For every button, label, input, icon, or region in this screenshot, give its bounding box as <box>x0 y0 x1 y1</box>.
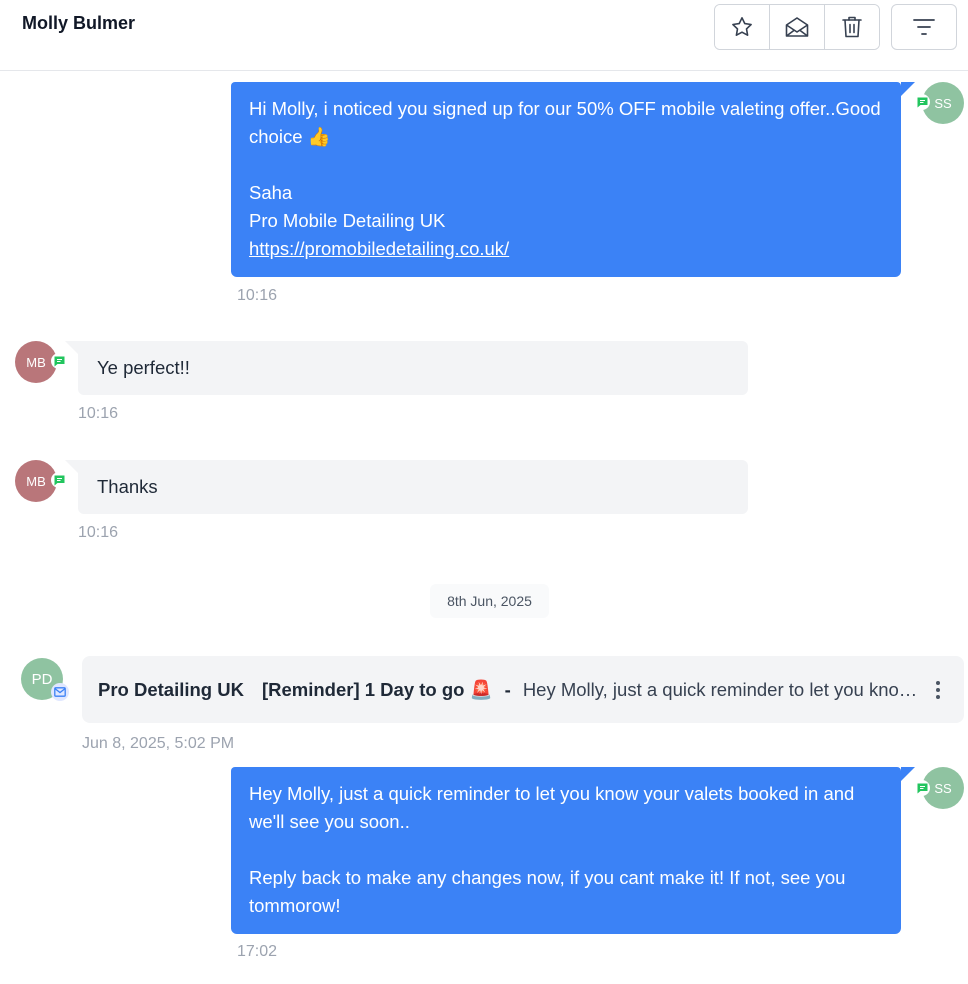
chat-icon <box>917 783 927 793</box>
email-separator: - <box>504 678 511 700</box>
avatar-initials: MB <box>26 354 46 370</box>
message-text: Thanks <box>97 476 158 497</box>
email-message[interactable]: Pro Detailing UK [Reminder] 1 Day to go … <box>82 656 964 723</box>
avatar-initials: MB <box>26 473 46 489</box>
header-action-group <box>714 4 880 50</box>
email-channel-badge <box>51 683 69 701</box>
date-divider: 8th Jun, 2025 <box>430 584 549 618</box>
email-preview: Hey Molly, just a quick reminder to let … <box>522 678 922 700</box>
incoming-message: Thanks <box>65 460 748 514</box>
message-time: 10:16 <box>237 287 278 304</box>
avatar-initials: SS <box>934 780 952 796</box>
contact-name: Molly Bulmer <box>22 13 136 33</box>
conversation-header: Molly Bulmer <box>0 0 968 71</box>
chat-icon <box>917 97 927 107</box>
message-text: Ye perfect!! <box>97 357 190 378</box>
delete-button[interactable] <box>825 5 879 49</box>
chat-icon <box>54 475 64 485</box>
email-subject: [Reminder] 1 Day to go 🚨 <box>261 678 493 700</box>
bubble-tail <box>65 460 78 473</box>
message-text: Hi Molly, i noticed you signed up for ou… <box>249 98 881 231</box>
mail-icon <box>54 687 66 697</box>
incoming-message: Ye perfect!! <box>65 341 748 395</box>
bubble-tail <box>901 82 915 96</box>
outgoing-message: Hey Molly, just a quick reminder to let … <box>231 767 915 934</box>
star-button[interactable] <box>715 5 770 49</box>
email-sender: Pro Detailing UK <box>98 678 244 700</box>
filter-button[interactable] <box>891 4 957 50</box>
bubble-tail <box>901 767 915 781</box>
avatar-initials: PD <box>31 670 53 688</box>
outgoing-message: Hi Molly, i noticed you signed up for ou… <box>231 82 915 277</box>
more-options-icon[interactable] <box>928 676 948 704</box>
sms-channel-badge <box>914 780 930 796</box>
message-time: 10:16 <box>78 405 119 422</box>
sms-channel-badge <box>914 94 930 110</box>
filter-icon <box>913 19 935 35</box>
star-icon <box>732 17 752 36</box>
message-text: Hey Molly, just a quick reminder to let … <box>249 783 855 916</box>
trash-icon <box>842 16 862 38</box>
message-time: Jun 8, 2025, 5:02 PM <box>82 735 235 752</box>
message-time: 17:02 <box>237 943 278 960</box>
sms-channel-badge <box>51 472 67 488</box>
message-link[interactable]: https://promobiledetailing.co.uk/ <box>249 238 509 259</box>
envelope-open-icon <box>785 17 809 37</box>
avatar-initials: SS <box>934 95 952 111</box>
message-time: 10:16 <box>78 524 119 541</box>
chat-icon <box>54 356 64 366</box>
bubble-tail <box>65 341 78 354</box>
mark-read-button[interactable] <box>770 5 825 49</box>
sms-channel-badge <box>51 353 67 369</box>
